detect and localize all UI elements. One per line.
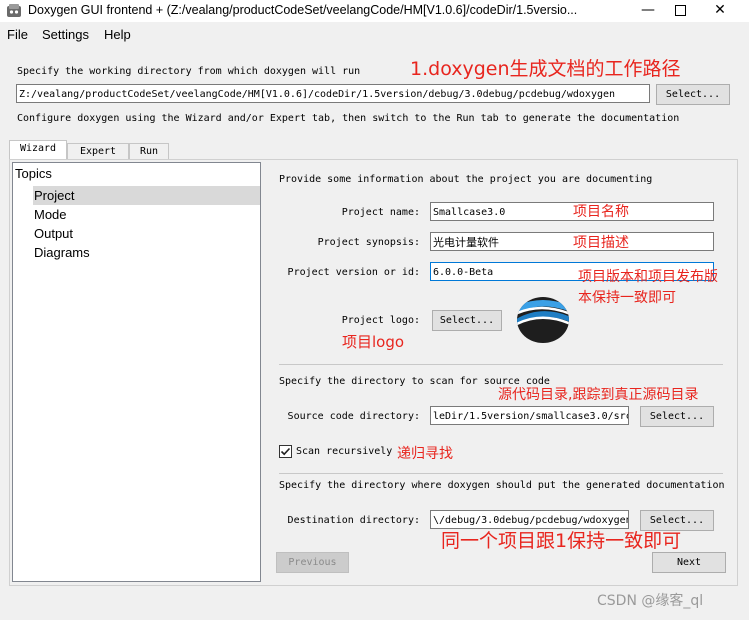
close-icon[interactable]: ✕ bbox=[703, 0, 737, 22]
topics-item-output[interactable]: Output bbox=[34, 226, 73, 241]
annotation-dest: 同一个项目跟1保持一致即可 bbox=[441, 530, 682, 552]
tab-run[interactable]: Run bbox=[129, 143, 169, 160]
topics-heading: Topics bbox=[15, 166, 52, 181]
menu-settings[interactable]: Settings bbox=[42, 27, 89, 42]
project-synopsis-label: Project synopsis: bbox=[317, 237, 420, 248]
annotation-synopsis: 项目描述 bbox=[573, 235, 629, 251]
menu-file[interactable]: File bbox=[7, 27, 28, 42]
scan-recursively-checkbox[interactable] bbox=[279, 445, 292, 458]
project-logo-select-button[interactable]: Select... bbox=[432, 310, 502, 331]
tab-expert[interactable]: Expert bbox=[67, 143, 129, 160]
annotation-workdir: 1.doxygen生成文档的工作路径 bbox=[410, 58, 681, 80]
annotation-scan: 递归寻找 bbox=[397, 446, 453, 462]
destination-dir-label: Destination directory: bbox=[287, 515, 420, 526]
next-button[interactable]: Next bbox=[652, 552, 726, 573]
configure-hint: Configure doxygen using the Wizard and/o… bbox=[17, 113, 680, 124]
destination-intro: Specify the directory where doxygen shou… bbox=[279, 480, 725, 491]
source-dir-label: Source code directory: bbox=[287, 411, 420, 422]
doxygen-app-icon bbox=[7, 4, 21, 17]
project-version-label: Project version or id: bbox=[287, 267, 420, 278]
source-dir-input[interactable]: leDir/1.5version/smallcase3.0/src bbox=[430, 406, 629, 425]
previous-button[interactable]: Previous bbox=[276, 552, 349, 573]
topics-item-project[interactable]: Project bbox=[33, 186, 260, 205]
tab-wizard[interactable]: Wizard bbox=[9, 140, 67, 160]
workdir-select-button[interactable]: Select... bbox=[656, 84, 730, 105]
csdn-watermark: CSDN @缘客_ql bbox=[597, 593, 704, 609]
topics-item-diagrams[interactable]: Diagrams bbox=[34, 245, 90, 260]
section-separator-2 bbox=[279, 473, 723, 474]
scan-recursively-label: Scan recursively bbox=[296, 446, 393, 457]
source-dir-select-button[interactable]: Select... bbox=[640, 406, 714, 427]
topics-item-label: Project bbox=[34, 188, 75, 203]
topics-item-mode[interactable]: Mode bbox=[34, 207, 67, 222]
menu-bar: File Settings Help bbox=[0, 24, 749, 44]
project-logo-label: Project logo: bbox=[341, 315, 420, 326]
project-name-label: Project name: bbox=[341, 207, 420, 218]
annotation-version-line1: 项目版本和项目发布版 bbox=[578, 269, 718, 285]
title-bar: Doxygen GUI frontend + (Z:/vealang/produ… bbox=[0, 0, 749, 22]
project-name-input[interactable]: Smallcase3.0 bbox=[430, 202, 714, 221]
project-synopsis-input[interactable]: 光电计量软件 bbox=[430, 232, 714, 251]
workdir-input[interactable]: Z:/vealang/productCodeSet/veelangCode/HM… bbox=[16, 84, 650, 103]
annotation-version-line2: 本保持一致即可 bbox=[578, 290, 676, 306]
menu-help[interactable]: Help bbox=[104, 27, 131, 42]
section-separator bbox=[279, 364, 723, 365]
workdir-prompt: Specify the working directory from which… bbox=[17, 66, 361, 77]
annotation-name: 项目名称 bbox=[573, 204, 629, 220]
project-intro: Provide some information about the proje… bbox=[279, 174, 653, 185]
annotation-logo: 项目logo bbox=[342, 333, 405, 351]
minimize-icon[interactable]: — bbox=[631, 0, 665, 22]
window-title: Doxygen GUI frontend + (Z:/vealang/produ… bbox=[28, 3, 578, 17]
project-logo-image bbox=[517, 297, 569, 343]
annotation-source: 源代码目录,跟踪到真正源码目录 bbox=[498, 387, 699, 403]
checkmark-icon bbox=[280, 447, 291, 456]
maximize-icon[interactable] bbox=[663, 0, 697, 22]
topics-tree: Topics Project Mode Output Diagrams bbox=[12, 162, 261, 582]
